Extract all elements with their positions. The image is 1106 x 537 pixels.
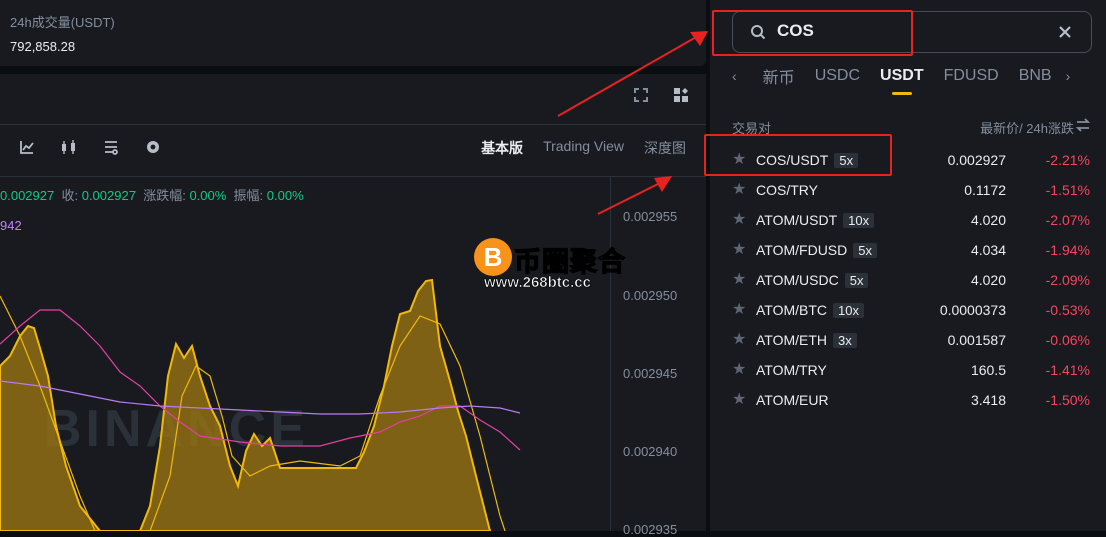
last-price: 0.1172 — [964, 182, 1006, 198]
change-24h: -1.41% — [1045, 362, 1090, 378]
pair-row[interactable]: ★ ATOM/ETH 3x 0.001587 -0.06% — [710, 326, 1106, 356]
favorite-star-icon[interactable]: ★ — [732, 212, 748, 228]
column-price-change-header[interactable]: 最新价/ 24h涨跌 — [980, 118, 1074, 137]
pair-symbol: ATOM/FDUSD — [756, 242, 848, 258]
last-price: 4.034 — [970, 242, 1006, 258]
favorite-star-icon[interactable]: ★ — [732, 392, 748, 408]
favorite-star-icon[interactable]: ★ — [732, 242, 748, 258]
pair-name: ATOM/ETH 3x — [756, 332, 857, 348]
candlestick-icon[interactable] — [60, 138, 78, 156]
pair-symbol: ATOM/USDC — [756, 272, 839, 288]
change-24h: -1.94% — [1045, 242, 1090, 258]
tab-usdt[interactable]: USDT — [880, 67, 924, 95]
pair-name: ATOM/USDC 5x — [756, 272, 869, 288]
tabs-prev-chevron-icon[interactable]: ‹ — [732, 68, 737, 84]
price-tick: 0.002935 — [623, 522, 678, 537]
tab-new-coins[interactable]: 新币 — [763, 64, 795, 88]
change-24h: -0.53% — [1045, 302, 1090, 318]
chart-toolbar — [18, 138, 162, 156]
leverage-badge: 3x — [833, 333, 857, 348]
change-24h: -0.06% — [1045, 332, 1090, 348]
chart-style-icon[interactable] — [102, 138, 120, 156]
favorite-star-icon[interactable]: ★ — [732, 272, 748, 288]
change-24h: -1.51% — [1045, 182, 1090, 198]
favorite-star-icon[interactable]: ★ — [732, 182, 748, 198]
pair-name: ATOM/BTC 10x — [756, 302, 865, 318]
swap-toggle-icon[interactable] — [1075, 118, 1091, 137]
leverage-badge: 5x — [844, 273, 869, 288]
price-tick: 0.002950 — [623, 288, 678, 303]
change-24h: -1.50% — [1045, 392, 1090, 408]
pair-symbol: ATOM/USDT — [756, 212, 838, 228]
pair-row[interactable]: ★ ATOM/USDT 10x 4.020 -2.07% — [710, 206, 1106, 236]
last-price: 0.002927 — [947, 152, 1006, 168]
tab-bnb[interactable]: BNB — [1019, 67, 1052, 85]
annotation-box-pair — [704, 134, 892, 176]
last-price: 4.020 — [970, 272, 1006, 288]
pair-name: ATOM/TRY — [756, 362, 827, 378]
pair-name: COS/TRY — [756, 182, 818, 198]
indicator-icon[interactable] — [18, 138, 36, 156]
pair-symbol: COS/TRY — [756, 182, 818, 198]
change-24h: -2.09% — [1045, 272, 1090, 288]
pair-row[interactable]: ★ ATOM/USDC 5x 4.020 -2.09% — [710, 266, 1106, 296]
last-price: 3.418 — [970, 392, 1006, 408]
favorite-star-icon[interactable]: ★ — [732, 302, 748, 318]
settings-gear-icon[interactable] — [144, 138, 162, 156]
tab-usdc[interactable]: USDC — [815, 67, 860, 85]
annotation-box-search — [712, 10, 913, 56]
pair-symbol: ATOM/BTC — [756, 302, 828, 318]
price-chart[interactable]: BINANCE — [0, 176, 610, 531]
leverage-badge: 5x — [853, 243, 877, 258]
volume-label: 24h成交量(USDT) — [10, 15, 115, 30]
pair-row[interactable]: ★ ATOM/FDUSD 5x 4.034 -1.94% — [710, 236, 1106, 266]
volume-value: 792,858.28 — [10, 39, 76, 54]
pair-row[interactable]: ★ COS/TRY 0.1172 -1.51% — [710, 176, 1106, 206]
pair-symbol: ATOM/TRY — [756, 362, 827, 378]
price-axis — [610, 176, 707, 531]
tab-basic[interactable]: 基本版 — [481, 138, 523, 158]
last-price: 0.0000373 — [939, 302, 1006, 318]
annotation-arrows — [557, 31, 708, 215]
pair-row[interactable]: ★ ATOM/BTC 10x 0.0000373 -0.53% — [710, 296, 1106, 326]
price-tick: 0.002945 — [623, 366, 678, 381]
pair-symbol: ATOM/ETH — [756, 332, 828, 348]
price-tick: 0.002940 — [623, 444, 678, 459]
favorite-star-icon[interactable]: ★ — [732, 362, 748, 378]
leverage-badge: 10x — [833, 303, 865, 318]
pair-name: ATOM/USDT 10x — [756, 212, 875, 228]
pair-row[interactable]: ★ ATOM/TRY 160.5 -1.41% — [710, 356, 1106, 386]
favorite-star-icon[interactable]: ★ — [732, 332, 748, 348]
pair-name: ATOM/EUR — [756, 392, 829, 408]
watermark-bitcoin-logo: B — [474, 238, 512, 276]
market-tabs: ‹ 新币 USDC USDT FDUSD BNB › — [732, 64, 1071, 95]
change-24h: -2.07% — [1045, 212, 1090, 228]
clear-search-icon[interactable] — [1058, 25, 1072, 44]
leverage-badge: 10x — [843, 213, 875, 228]
last-price: 0.001587 — [947, 332, 1006, 348]
pair-name: ATOM/FDUSD 5x — [756, 242, 877, 258]
tabs-next-chevron-icon[interactable]: › — [1066, 68, 1071, 84]
last-price: 160.5 — [970, 362, 1006, 378]
change-24h: -2.21% — [1045, 152, 1090, 168]
watermark-url: www.268btc.cc — [484, 274, 592, 292]
pair-row[interactable]: ★ ATOM/EUR 3.418 -1.50% — [710, 386, 1106, 416]
last-price: 4.020 — [970, 212, 1006, 228]
tab-fdusd[interactable]: FDUSD — [944, 67, 999, 85]
pair-symbol: ATOM/EUR — [756, 392, 829, 408]
